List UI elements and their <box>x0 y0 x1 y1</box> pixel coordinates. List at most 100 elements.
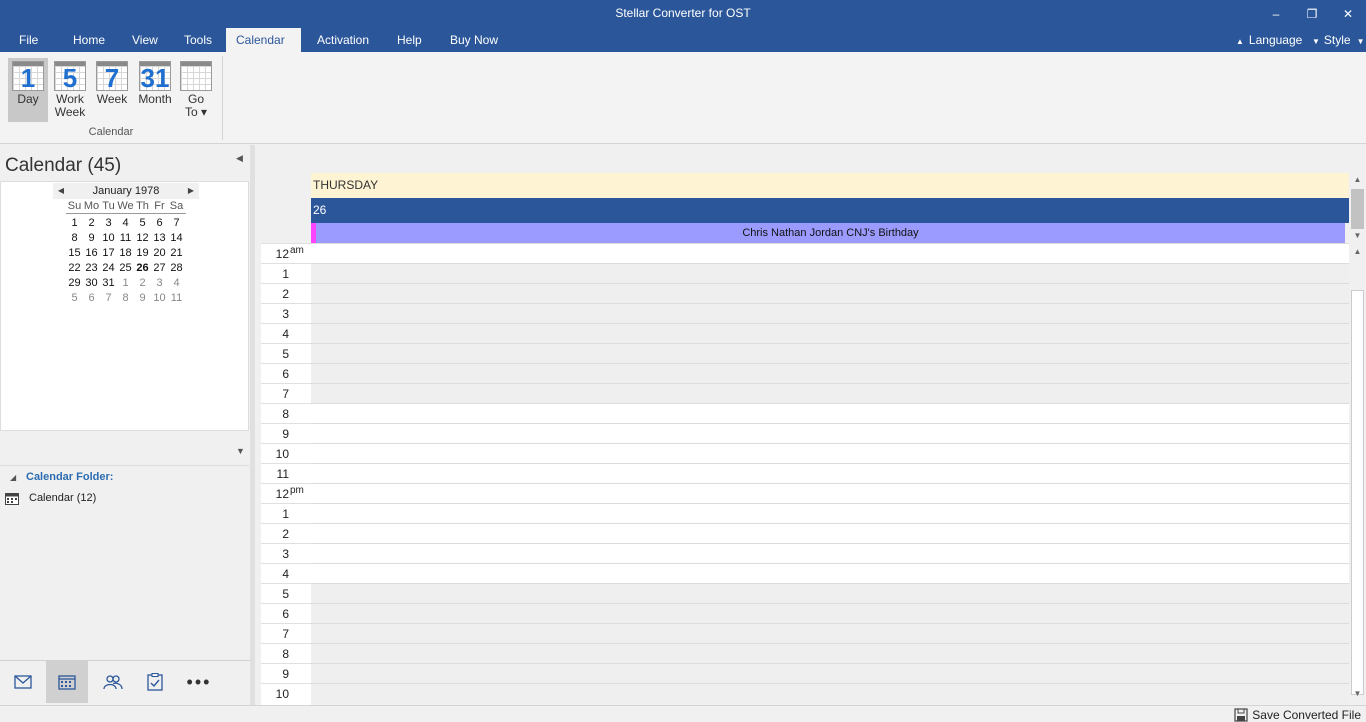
scroll-thumb[interactable] <box>1351 290 1364 695</box>
day-cell[interactable]: 10 <box>151 291 168 306</box>
day-cell[interactable]: 10 <box>100 231 117 246</box>
menu-buy-now[interactable]: Buy Now <box>440 28 508 52</box>
day-cell[interactable]: 7 <box>100 291 117 306</box>
restore-button[interactable]: ❐ <box>1294 0 1330 28</box>
day-cell[interactable]: 5 <box>66 291 83 306</box>
vertical-scrollbar[interactable]: ▲ ▼ ▲ ▼ <box>1349 173 1366 705</box>
folder-item-calendar[interactable]: Calendar (12) <box>29 492 96 504</box>
time-slot[interactable] <box>311 683 1349 703</box>
next-month-icon[interactable]: ▶ <box>185 183 197 199</box>
day-view-button[interactable]: 1 Day <box>8 58 48 122</box>
day-cell[interactable]: 3 <box>100 216 117 231</box>
time-slot[interactable] <box>311 343 1349 363</box>
time-slot[interactable] <box>311 543 1349 563</box>
save-converted-file-button[interactable]: Save Converted File <box>1234 708 1361 722</box>
time-slot[interactable] <box>311 663 1349 683</box>
language-menu[interactable]: ▲ Language <box>1236 28 1302 52</box>
time-slot[interactable] <box>311 243 1349 263</box>
day-cell[interactable]: 4 <box>168 276 185 291</box>
all-day-event[interactable]: Chris Nathan Jordan CNJ's Birthday <box>311 223 1345 243</box>
day-cell[interactable]: 11 <box>117 231 134 246</box>
menu-file[interactable]: File <box>9 28 48 52</box>
go-to-button[interactable]: Go To ▾ <box>176 58 216 122</box>
day-cell[interactable]: 27 <box>151 261 168 276</box>
day-cell[interactable]: 15 <box>66 246 83 261</box>
time-slots[interactable] <box>311 243 1349 705</box>
day-cell[interactable]: 1 <box>117 276 134 291</box>
allday-scroll-thumb[interactable] <box>1351 189 1364 229</box>
day-cell[interactable]: 19 <box>134 246 151 261</box>
scroll-down-icon[interactable]: ▼ <box>1349 689 1366 703</box>
day-cell[interactable]: 29 <box>66 276 83 291</box>
day-cell[interactable]: 17 <box>100 246 117 261</box>
menu-view[interactable]: View <box>122 28 168 52</box>
time-slot[interactable] <box>311 583 1349 603</box>
time-slot[interactable] <box>311 303 1349 323</box>
close-button[interactable]: ✕ <box>1330 0 1366 28</box>
work-week-view-button[interactable]: 5 Work Week <box>50 58 90 122</box>
menu-home[interactable]: Home <box>63 28 115 52</box>
week-view-button[interactable]: 7 Week <box>92 58 132 122</box>
time-slot[interactable] <box>311 563 1349 583</box>
day-cell[interactable]: 13 <box>151 231 168 246</box>
month-view-button[interactable]: 31 Month <box>134 58 176 122</box>
day-cell[interactable]: 12 <box>134 231 151 246</box>
day-cell[interactable]: 9 <box>83 231 100 246</box>
menu-help[interactable]: Help <box>387 28 432 52</box>
time-slot[interactable] <box>311 323 1349 343</box>
day-cell[interactable]: 5 <box>134 216 151 231</box>
time-slot[interactable] <box>311 263 1349 283</box>
today-cell[interactable]: 26 <box>134 261 151 276</box>
day-cell[interactable]: 24 <box>100 261 117 276</box>
day-cell[interactable]: 11 <box>168 291 185 306</box>
day-cell[interactable]: 28 <box>168 261 185 276</box>
contacts-nav-button[interactable] <box>92 661 134 703</box>
day-cell[interactable]: 22 <box>66 261 83 276</box>
day-cell[interactable]: 31 <box>100 276 117 291</box>
time-slot[interactable] <box>311 383 1349 403</box>
time-slot[interactable] <box>311 623 1349 643</box>
time-slot[interactable] <box>311 463 1349 483</box>
day-cell[interactable]: 14 <box>168 231 185 246</box>
day-cell[interactable]: 2 <box>83 216 100 231</box>
day-cell[interactable]: 8 <box>66 231 83 246</box>
day-cell[interactable]: 25 <box>117 261 134 276</box>
time-slot[interactable] <box>311 283 1349 303</box>
time-slot[interactable] <box>311 643 1349 663</box>
time-slot[interactable] <box>311 503 1349 523</box>
mail-nav-button[interactable] <box>2 661 44 703</box>
tasks-nav-button[interactable] <box>134 661 176 703</box>
menu-tools[interactable]: Tools <box>174 28 222 52</box>
folder-expand-icon[interactable]: ◢ <box>10 473 16 482</box>
time-slot[interactable] <box>311 603 1349 623</box>
more-options-icon[interactable]: ••• <box>178 661 220 703</box>
menu-calendar[interactable]: Calendar <box>226 28 301 52</box>
day-cell[interactable]: 18 <box>117 246 134 261</box>
day-cell[interactable]: 6 <box>83 291 100 306</box>
day-cell[interactable]: 4 <box>117 216 134 231</box>
calendar-nav-button[interactable] <box>46 661 88 703</box>
time-slot[interactable] <box>311 423 1349 443</box>
day-cell[interactable]: 30 <box>83 276 100 291</box>
day-cell[interactable]: 16 <box>83 246 100 261</box>
minimize-button[interactable]: – <box>1258 0 1294 28</box>
time-slot[interactable] <box>311 443 1349 463</box>
day-cell[interactable]: 21 <box>168 246 185 261</box>
time-slot[interactable] <box>311 523 1349 543</box>
day-cell[interactable]: 23 <box>83 261 100 276</box>
time-slot[interactable] <box>311 363 1349 383</box>
day-cell[interactable]: 9 <box>134 291 151 306</box>
day-cell[interactable]: 2 <box>134 276 151 291</box>
time-slot[interactable] <box>311 403 1349 423</box>
scroll-up-icon[interactable]: ▲ <box>1349 247 1366 261</box>
day-cell[interactable]: 6 <box>151 216 168 231</box>
day-cell[interactable]: 3 <box>151 276 168 291</box>
time-slot[interactable] <box>311 483 1349 503</box>
scroll-up-icon[interactable]: ▲ <box>1349 175 1366 189</box>
scroll-down-icon[interactable]: ▼ <box>1349 231 1366 245</box>
collapse-pane-icon[interactable]: ◀ <box>236 153 243 164</box>
day-cell[interactable]: 7 <box>168 216 185 231</box>
prev-month-icon[interactable]: ◀ <box>55 183 67 199</box>
chevron-down-icon[interactable]: ▼ <box>236 446 245 456</box>
day-cell[interactable]: 8 <box>117 291 134 306</box>
